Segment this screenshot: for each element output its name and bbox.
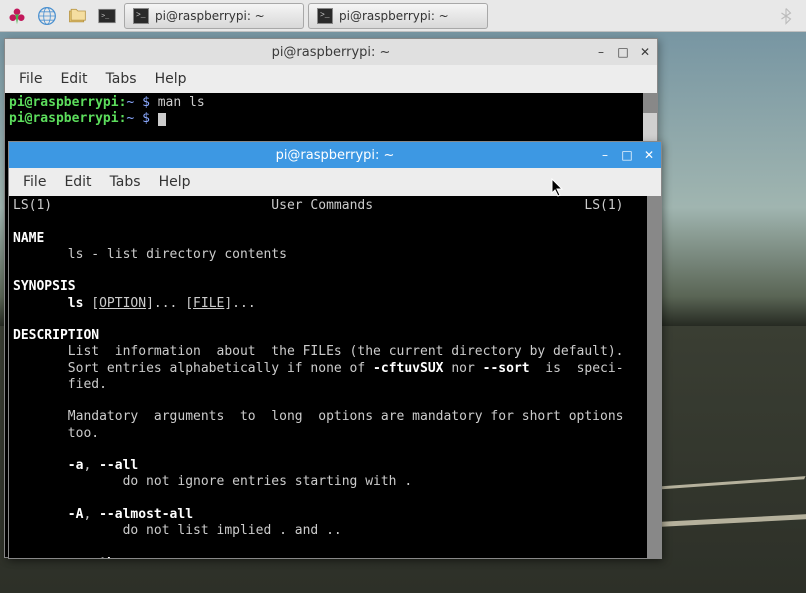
terminal-content[interactable]: LS(1) User Commands LS(1) NAME ls - list…: [9, 196, 661, 558]
opt-a: -a: [68, 458, 84, 473]
scrollbar-thumb[interactable]: [647, 196, 661, 558]
minimize-button[interactable]: –: [593, 44, 609, 60]
menu-edit[interactable]: Edit: [52, 69, 95, 89]
menu-edit[interactable]: Edit: [56, 172, 99, 192]
opt-a-long: --all: [99, 458, 138, 473]
svg-text:>_: >_: [101, 11, 109, 19]
maximize-button[interactable]: □: [615, 44, 631, 60]
taskbar-window-button-1[interactable]: >_ pi@raspberrypi: ~: [124, 3, 304, 29]
menu-tabs[interactable]: Tabs: [98, 69, 145, 89]
menu-help[interactable]: Help: [151, 172, 199, 192]
taskbar-window-button-2[interactable]: >_ pi@raspberrypi: ~: [308, 3, 488, 29]
close-button[interactable]: ✕: [641, 147, 657, 163]
name-line: ls - list directory contents: [68, 247, 287, 262]
opt-A-desc: do not list implied . and ..: [123, 523, 342, 538]
section-synopsis: SYNOPSIS: [13, 279, 76, 294]
browser-icon[interactable]: [34, 3, 60, 29]
desc-line: List information about the FILEs (the cu…: [68, 344, 624, 359]
window-titlebar[interactable]: pi@raspberrypi: ~ – □ ✕: [9, 142, 661, 168]
desc-line: fied.: [68, 377, 107, 392]
scrollbar-thumb[interactable]: [643, 93, 657, 113]
terminal-icon[interactable]: >_: [94, 3, 120, 29]
prompt-user: pi@raspberrypi: [9, 95, 119, 110]
mouse-cursor: [551, 178, 565, 198]
menu-file[interactable]: File: [11, 69, 50, 89]
window-title: pi@raspberrypi: ~: [272, 45, 391, 60]
menu-file[interactable]: File: [15, 172, 54, 192]
syn-cmd: ls: [68, 296, 84, 311]
syn-file: FILE: [193, 296, 224, 311]
cursor: [158, 113, 166, 126]
close-button[interactable]: ✕: [637, 44, 653, 60]
desc-line: Sort entries alphabetically if none of: [68, 361, 373, 376]
terminal-mini-icon: >_: [133, 8, 149, 24]
desc-line: too.: [68, 426, 99, 441]
window-title: pi@raspberrypi: ~: [276, 148, 395, 163]
scrollbar[interactable]: [647, 196, 661, 558]
minimize-button[interactable]: –: [597, 147, 613, 163]
menu-help[interactable]: Help: [147, 69, 195, 89]
prompt-path: ~: [126, 95, 134, 110]
man-header-right: LS(1): [584, 198, 623, 213]
maximize-button[interactable]: □: [619, 147, 635, 163]
menubar: File Edit Tabs Help: [5, 65, 657, 93]
terminal-mini-icon: >_: [317, 8, 333, 24]
section-description: DESCRIPTION: [13, 328, 99, 343]
man-header-left: LS(1): [13, 198, 52, 213]
desc-line: Mandatory arguments to long options are …: [68, 409, 624, 424]
opt-A: -A: [68, 507, 84, 522]
taskbar: >_ >_ pi@raspberrypi: ~ >_ pi@raspberryp…: [0, 0, 806, 32]
terminal-window-foreground[interactable]: pi@raspberrypi: ~ – □ ✕ File Edit Tabs H…: [8, 141, 662, 559]
bluetooth-icon[interactable]: [774, 4, 798, 28]
command-text: man ls: [158, 95, 205, 110]
prompt-dollar: $: [142, 95, 150, 110]
opt-A-long: --almost-all: [99, 507, 193, 522]
window-titlebar[interactable]: pi@raspberrypi: ~ – □ ✕: [5, 39, 657, 65]
opt-author: --author: [68, 556, 131, 559]
opt-a-desc: do not ignore entries starting with .: [123, 474, 413, 489]
menu-icon[interactable]: [4, 3, 30, 29]
syn-option: OPTION: [99, 296, 146, 311]
section-name: NAME: [13, 231, 44, 246]
taskbar-button-label: pi@raspberrypi: ~: [155, 9, 265, 23]
files-icon[interactable]: [64, 3, 90, 29]
man-header-center: User Commands: [271, 198, 373, 213]
menu-tabs[interactable]: Tabs: [102, 172, 149, 192]
taskbar-button-label: pi@raspberrypi: ~: [339, 9, 449, 23]
